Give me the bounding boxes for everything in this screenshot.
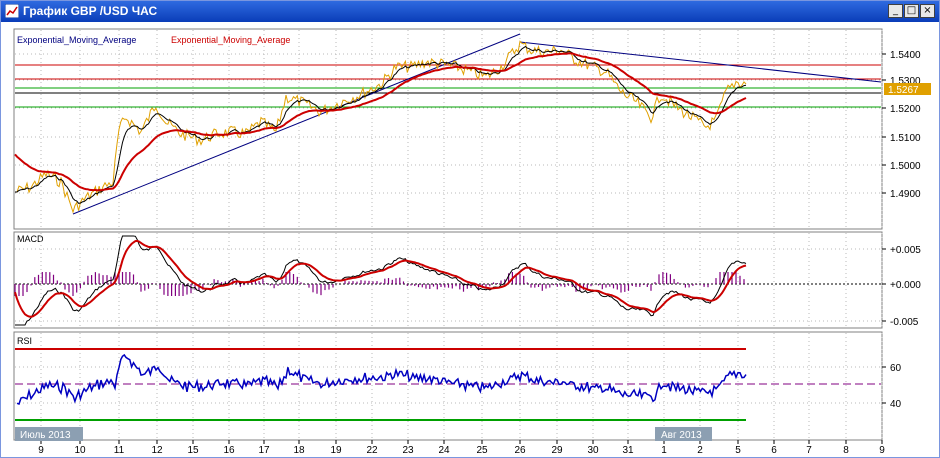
time-axis: 9 10 11 12 15 16 17 18 19 22 23 24 25 26 29 30 31 1 2 5 6 7 8 9	[38, 440, 885, 456]
x-tick-label: 5	[735, 445, 741, 456]
current-price-label: 1.5267	[888, 85, 919, 96]
month-label-august: Авг 2013	[661, 430, 702, 441]
x-tick-label: 2	[697, 445, 703, 456]
x-tick-label: 1	[661, 445, 667, 456]
close-button[interactable]: ×	[920, 4, 935, 18]
price-panel[interactable]	[13, 28, 883, 230]
y-tick-label: 1.5000	[890, 161, 921, 172]
x-tick-label: 16	[223, 445, 235, 456]
rsi-y-axis: 60 40	[882, 363, 902, 410]
y-tick-label: 1.4900	[890, 189, 921, 200]
x-tick-label: 8	[843, 445, 849, 456]
y-tick-label: -0.005	[890, 317, 919, 328]
y-tick-label: 40	[890, 399, 902, 410]
chart-window: График GBP /USD ЧАС _ □ × Exponential_Mo…	[0, 0, 940, 458]
y-tick-label: 1.5400	[890, 50, 921, 61]
rsi-label: RSI	[17, 336, 32, 346]
window-title: График GBP /USD ЧАС	[23, 4, 158, 18]
x-tick-label: 10	[74, 445, 86, 456]
x-tick-label: 6	[771, 445, 777, 456]
x-tick-label: 24	[438, 445, 450, 456]
chart-area[interactable]: Exponential_Moving_Average Exponential_M…	[1, 22, 939, 457]
x-tick-label: 7	[806, 445, 812, 456]
month-label-july: Июль 2013	[20, 430, 71, 441]
y-tick-label: 60	[890, 363, 902, 374]
title-bar: График GBP /USD ЧАС _ □ ×	[1, 1, 939, 22]
x-tick-label: 26	[514, 445, 526, 456]
y-tick-label: 1.5100	[890, 133, 921, 144]
y-tick-label: +0.005	[890, 245, 921, 256]
legend-slow-ema: Exponential_Moving_Average	[171, 35, 290, 45]
x-tick-label: 12	[151, 445, 163, 456]
y-tick-label: +0.000	[890, 280, 921, 291]
macd-y-axis: +0.005 +0.000 -0.005	[882, 245, 921, 328]
maximize-button[interactable]: □	[904, 4, 919, 18]
price-y-axis: 1.54001.53001.52001.51001.50001.4900	[882, 50, 921, 200]
chart-app-icon	[5, 4, 19, 18]
x-tick-label: 15	[187, 445, 199, 456]
x-tick-label: 25	[476, 445, 488, 456]
legend-fast-ema: Exponential_Moving_Average	[17, 35, 136, 45]
x-tick-label: 23	[402, 445, 414, 456]
macd-label: MACD	[17, 234, 44, 244]
x-tick-label: 22	[366, 445, 378, 456]
x-tick-label: 18	[293, 445, 305, 456]
x-tick-label: 11	[114, 445, 125, 456]
x-tick-label: 19	[330, 445, 342, 456]
x-tick-label: 30	[587, 445, 599, 456]
y-tick-label: 1.5200	[890, 104, 921, 115]
x-tick-label: 31	[622, 445, 634, 456]
x-tick-label: 9	[38, 445, 44, 456]
minimize-button[interactable]: _	[888, 4, 903, 18]
x-tick-label: 9	[879, 445, 885, 456]
x-tick-label: 17	[258, 445, 270, 456]
macd-panel[interactable]	[13, 231, 883, 329]
x-tick-label: 29	[551, 445, 563, 456]
